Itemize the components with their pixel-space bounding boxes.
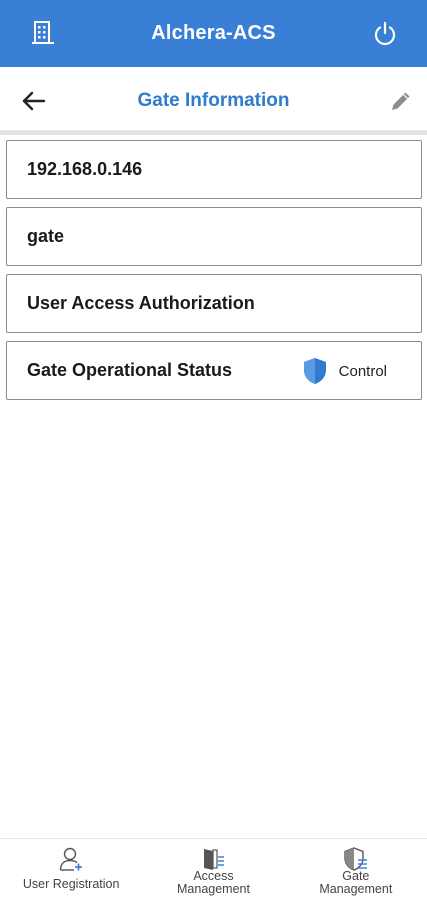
user-add-icon	[59, 847, 83, 871]
app-title: Alchera-ACS	[151, 22, 276, 44]
gate-name-field: gate	[6, 207, 422, 266]
ip-address-field: 192.168.0.146	[6, 140, 422, 199]
ip-address-value: 192.168.0.146	[27, 159, 143, 179]
shield-icon	[303, 358, 326, 384]
gate-operational-status-label: Gate Operational Status	[27, 360, 233, 380]
nav-access-management-label: Access Management	[177, 869, 250, 896]
top-app-bar: Alchera-ACS	[0, 0, 427, 67]
user-access-authorization-label: User Access Authorization	[27, 293, 255, 313]
bottom-navigation: User Registration Access Management Gate…	[0, 838, 427, 900]
pencil-icon[interactable]	[387, 87, 415, 115]
nav-user-registration[interactable]: User Registration	[0, 839, 142, 900]
nav-access-management[interactable]: Access Management	[142, 839, 284, 900]
control-label: Control	[338, 362, 387, 380]
gate-name-value: gate	[27, 226, 65, 246]
nav-gate-management[interactable]: Gate Management	[285, 839, 427, 900]
page-title: Gate Information	[137, 90, 290, 111]
page-header: Gate Information	[0, 67, 427, 135]
gate-operational-status-item: Gate Operational Status Control	[6, 341, 422, 400]
nav-user-registration-label: User Registration	[22, 877, 120, 891]
nav-gate-management-label: Gate Management	[319, 869, 393, 896]
control-button[interactable]: Control	[302, 357, 387, 385]
app-screen: Alchera-ACS Gate Information 192.168.0.1…	[0, 0, 427, 900]
power-icon[interactable]	[371, 20, 399, 48]
user-access-authorization-item[interactable]: User Access Authorization	[6, 274, 422, 333]
